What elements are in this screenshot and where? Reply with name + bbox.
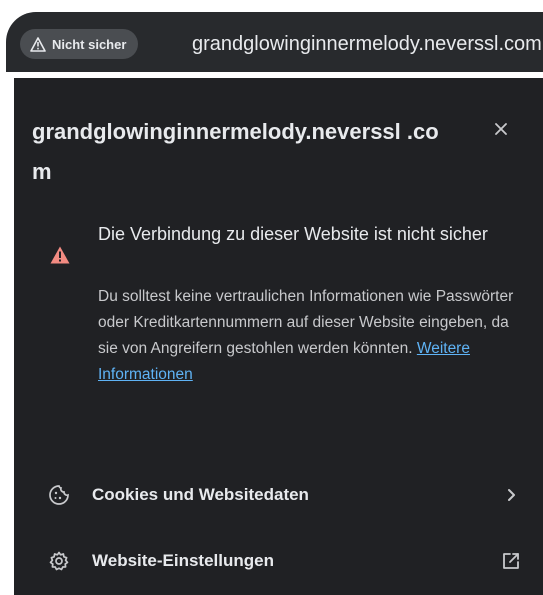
open-in-new-icon [500,550,522,572]
browser-toolbar: Nicht sicher grandglowinginnermelody.nev… [0,0,543,78]
security-chip-label: Nicht sicher [52,36,127,52]
cookie-icon [48,484,70,506]
warning-title: Die Verbindung zu dieser Website ist nic… [98,224,488,244]
url-text[interactable]: grandglowinginnermelody.neverssl.com [192,30,543,58]
chevron-right-icon [500,484,522,506]
warning-triangle-icon [30,36,46,52]
gear-icon [48,550,70,572]
site-settings-label: Website-Einstellungen [92,551,274,570]
security-chip[interactable]: Nicht sicher [20,29,139,59]
warning-triangle-icon [50,246,70,264]
cookies-site-data-item[interactable]: Cookies und Websitedaten [14,470,543,520]
warning-body: Du solltest keine vertraulichen Informat… [98,284,518,388]
cookies-site-data-label: Cookies und Websitedaten [92,485,309,504]
site-settings-item[interactable]: Website-Einstellungen [14,536,543,586]
popup-title: grandglowinginnermelody.neverssl .com [32,119,439,184]
close-button[interactable] [486,116,516,146]
close-icon [494,122,508,141]
